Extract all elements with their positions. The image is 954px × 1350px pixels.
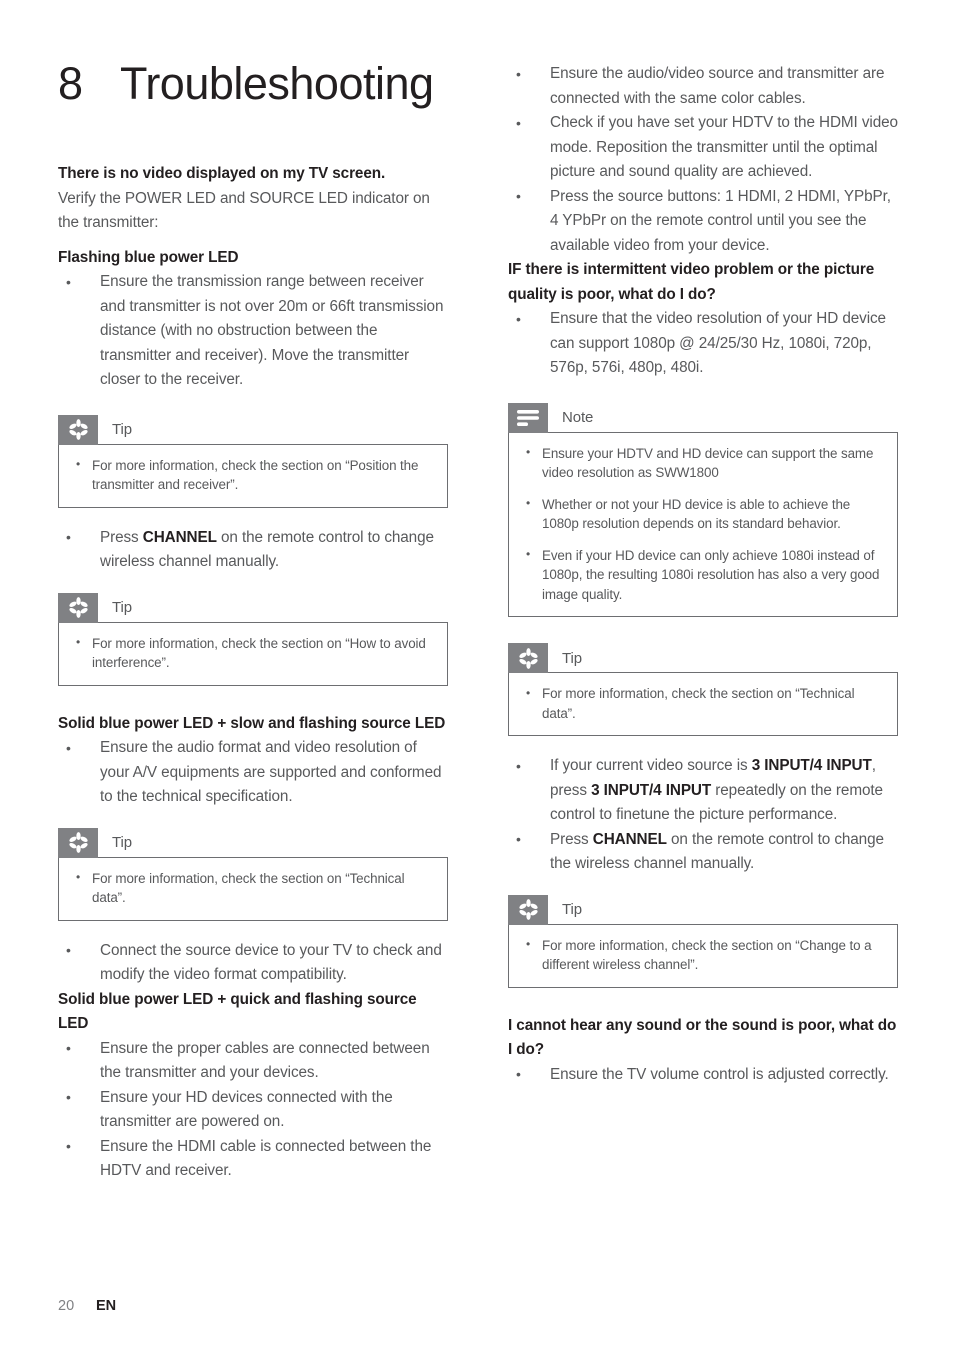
section-heading-quick-flashing: Solid blue power LED + quick and flashin…: [58, 990, 417, 1033]
right-column: Ensure the audio/video source and transm…: [508, 62, 898, 1087]
callout-header: Tip: [508, 894, 898, 925]
callout-body: For more information, check the section …: [58, 621, 448, 686]
list-item: Ensure your HD devices connected with th…: [58, 1085, 448, 1135]
callout-item: For more information, check the section …: [73, 455, 433, 495]
list-item: Ensure the audio format and video resolu…: [58, 736, 448, 810]
list-item: If your current video source is 3 INPUT/…: [508, 754, 898, 828]
callout-header: Tip: [508, 643, 898, 673]
document-page: 8 Troubleshooting There is no video disp…: [0, 0, 954, 1350]
intro-text: Verify the POWER LED and SOURCE LED indi…: [58, 189, 430, 232]
note-lines-icon: [508, 402, 548, 433]
text-prefix: Press: [550, 830, 593, 848]
callout-label: Tip: [562, 901, 582, 918]
callout-item: For more information, check the section …: [73, 868, 433, 908]
page-title: 8 Troubleshooting: [58, 58, 578, 110]
bullet-list-flashing-blue: Ensure the transmission range between re…: [58, 270, 448, 393]
callout-item: Even if your HD device can only achieve …: [523, 545, 883, 605]
callout-body: For more information, check the section …: [508, 672, 898, 736]
bullet-list-slow-flashing: Ensure the audio format and video resolu…: [58, 736, 448, 810]
page-footer: 20 EN: [58, 1298, 116, 1314]
bullet-connect-source: Connect the source device to your TV to …: [58, 938, 448, 988]
tip-callout-3: Tip For more information, check the sect…: [58, 827, 448, 921]
intro-heading: There is no video displayed on my TV scr…: [58, 165, 386, 182]
callout-item: Ensure your HDTV and HD device can suppo…: [523, 443, 883, 483]
tip-callout-4: Tip For more information, check the sect…: [508, 643, 898, 736]
bold-channel: CHANNEL: [592, 830, 667, 848]
asterisk-icon: [508, 643, 548, 673]
callout-label: Tip: [562, 649, 582, 667]
bullet-list-intermittent-video: Ensure that the video resolution of your…: [508, 307, 898, 381]
list-item: Press the source buttons: 1 HDMI, 2 HDMI…: [508, 184, 898, 259]
callout-item: For more information, check the section …: [73, 633, 433, 673]
callout-header: Tip: [58, 414, 448, 445]
asterisk-icon: [58, 414, 98, 445]
callout-label: Tip: [112, 834, 132, 851]
callout-item: For more information, check the section …: [523, 684, 883, 723]
list-item: Ensure the audio/video source and transm…: [508, 62, 898, 111]
footer-language: EN: [96, 1298, 117, 1314]
asterisk-icon: [58, 592, 98, 623]
list-item: Check if you have set your HDTV to the H…: [508, 111, 898, 185]
section-heading-slow-flashing: Solid blue power LED + slow and flashing…: [58, 714, 446, 732]
callout-label: Tip: [112, 421, 132, 438]
list-item: Press CHANNEL on the remote control to c…: [58, 525, 448, 575]
bullet-list-no-sound: Ensure the TV volume control is adjusted…: [508, 1062, 898, 1088]
callout-body: Ensure your HDTV and HD device can suppo…: [508, 431, 898, 617]
tip-callout-2: Tip For more information, check the sect…: [58, 592, 448, 686]
callout-label: Tip: [112, 599, 132, 616]
list-item: Ensure the proper cables are connected b…: [58, 1036, 448, 1086]
callout-item: For more information, check the section …: [523, 935, 883, 975]
bullet-list-quick-flashing: Ensure the proper cables are connected b…: [58, 1036, 448, 1184]
note-callout-1: Note Ensure your HDTV and HD device can …: [508, 402, 898, 617]
callout-body: For more information, check the section …: [58, 443, 448, 508]
bold-input-2: 3 INPUT/4 INPUT: [591, 781, 712, 799]
callout-label: Note: [562, 409, 594, 426]
tip-callout-1: Tip For more information, check the sect…: [58, 414, 448, 508]
list-item: Connect the source device to your TV to …: [58, 938, 448, 988]
section-heading-intermittent-video: IF there is intermittent video problem o…: [508, 261, 875, 303]
bullet-list-input-channel: If your current video source is 3 INPUT/…: [508, 754, 898, 877]
list-item: Ensure that the video resolution of your…: [508, 307, 898, 381]
list-item: Press CHANNEL on the remote control to c…: [508, 827, 898, 877]
text-part-1: If your current video source is: [550, 757, 752, 774]
text-prefix: Press: [100, 528, 143, 546]
asterisk-icon: [58, 827, 98, 858]
callout-body: For more information, check the section …: [58, 856, 448, 921]
asterisk-icon: [508, 894, 548, 925]
callout-body: For more information, check the section …: [508, 923, 898, 988]
chapter-title-text: Troubleshooting: [120, 58, 434, 109]
bullet-press-channel: Press CHANNEL on the remote control to c…: [58, 525, 448, 575]
bold-channel: CHANNEL: [142, 528, 217, 546]
callout-header: Tip: [58, 827, 448, 858]
callout-header: Tip: [58, 592, 448, 623]
section-heading-flashing-blue: Flashing blue power LED: [58, 248, 239, 266]
list-item: Ensure the transmission range between re…: [58, 270, 448, 393]
list-item: Ensure the HDMI cable is connected betwe…: [58, 1134, 448, 1184]
footer-page-number: 20: [58, 1298, 75, 1314]
bullet-list-top-right: Ensure the audio/video source and transm…: [508, 62, 898, 258]
chapter-number: 8: [58, 58, 83, 109]
callout-item: Whether or not your HD device is able to…: [523, 494, 883, 534]
callout-header: Note: [508, 402, 898, 433]
section-heading-no-sound: I cannot hear any sound or the sound is …: [508, 1016, 897, 1059]
tip-callout-5: Tip For more information, check the sect…: [508, 894, 898, 988]
list-item: Ensure the TV volume control is adjusted…: [508, 1062, 898, 1088]
bold-input-1: 3 INPUT/4 INPUT: [751, 757, 872, 774]
left-column: There is no video displayed on my TV scr…: [58, 162, 448, 1184]
